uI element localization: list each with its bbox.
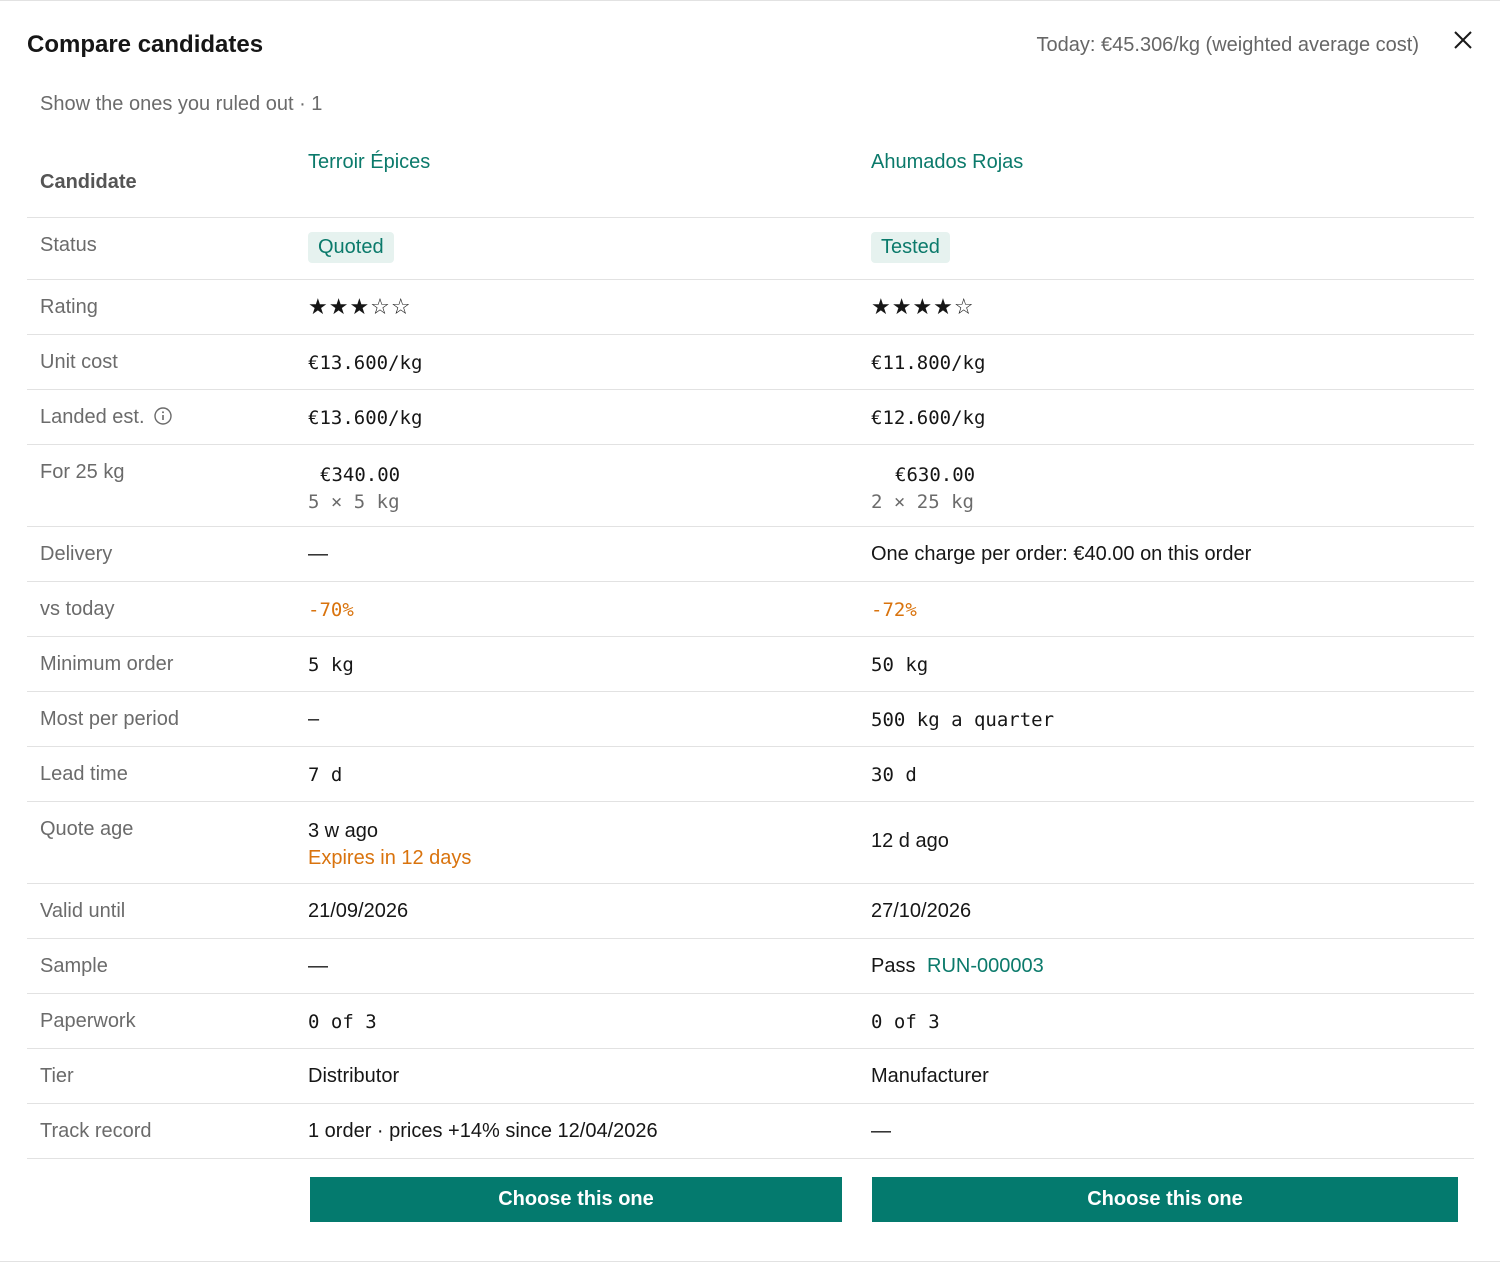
sample-1: — xyxy=(308,955,328,977)
row-label-for-qty: For 25 kg xyxy=(40,461,125,483)
table-row-for-qty: For 25 kg €340.00 5 × 5 kg €630.00 2 × 2… xyxy=(27,445,1474,527)
row-label-status: Status xyxy=(40,234,97,256)
table-row-vs-today: vs today -70% -72% xyxy=(27,582,1474,637)
most-per-period-1: – xyxy=(308,708,320,730)
table-row-track-record: Track record 1 order · prices +14% since… xyxy=(27,1104,1474,1159)
sample-run-link[interactable]: RUN-000003 xyxy=(927,955,1044,977)
rating-stars-1: ★★★☆☆ xyxy=(308,294,412,319)
quote-age-cell-1: 3 w ago Expires in 12 days xyxy=(308,818,471,872)
landed-label-text: Landed est. xyxy=(40,406,145,428)
quote-age-2: 12 d ago xyxy=(871,830,949,852)
for-qty-cell-2: €630.00 2 × 25 kg xyxy=(871,462,975,516)
table-row-paperwork: Paperwork 0 of 3 0 of 3 xyxy=(27,994,1474,1049)
compare-dialog: Compare candidates Today: €45.306/kg (we… xyxy=(0,0,1500,1262)
lead-time-2: 30 d xyxy=(871,764,917,786)
row-label-landed: Landed est. xyxy=(40,406,172,429)
row-label-unit-cost: Unit cost xyxy=(40,351,118,373)
row-label-candidate: Candidate xyxy=(40,171,137,193)
status-badge-2: Tested xyxy=(871,232,950,263)
table-row-status: Status Quoted Tested xyxy=(27,218,1474,280)
comparison-table: Candidate Terroir Épices Ahumados Rojas … xyxy=(27,139,1474,1159)
min-order-2: 50 kg xyxy=(871,654,929,676)
tier-2: Manufacturer xyxy=(871,1065,989,1087)
lead-time-1: 7 d xyxy=(308,764,343,786)
rating-stars-2: ★★★★☆ xyxy=(871,294,975,319)
row-label-most-per-period: Most per period xyxy=(40,708,179,730)
today-cost: Today: €45.306/kg (weighted average cost… xyxy=(1036,34,1419,56)
info-icon[interactable] xyxy=(154,407,172,425)
valid-until-2: 27/10/2026 xyxy=(871,900,972,922)
status-badge-1: Quoted xyxy=(308,232,394,263)
paperwork-2: 0 of 3 xyxy=(871,1011,940,1033)
tier-1: Distributor xyxy=(308,1065,400,1087)
row-label-paperwork: Paperwork xyxy=(40,1010,136,1032)
table-row-most-per-period: Most per period – 500 kg a quarter xyxy=(27,692,1474,747)
candidate-name-2[interactable]: Ahumados Rojas xyxy=(871,151,1023,174)
choose-button-1[interactable]: Choose this one xyxy=(310,1177,842,1222)
table-row-valid-until: Valid until 21/09/2026 27/10/2026 xyxy=(27,884,1474,939)
row-label-tier: Tier xyxy=(40,1065,74,1087)
for-qty-cell-1: €340.00 5 × 5 kg xyxy=(308,462,400,516)
unit-cost-1: €13.600/kg xyxy=(308,352,423,374)
row-label-delivery: Delivery xyxy=(40,543,113,565)
row-label-rating: Rating xyxy=(40,296,98,318)
table-row-unit-cost: Unit cost €13.600/kg €11.800/kg xyxy=(27,335,1474,390)
min-order-1: 5 kg xyxy=(308,654,354,676)
unit-cost-2: €11.800/kg xyxy=(871,352,986,374)
quote-age-1: 3 w ago xyxy=(308,820,379,842)
landed-2: €12.600/kg xyxy=(871,407,986,429)
choose-button-2[interactable]: Choose this one xyxy=(872,1177,1458,1222)
quote-expiry-1: Expires in 12 days xyxy=(308,847,472,869)
table-row-tier: Tier Distributor Manufacturer xyxy=(27,1049,1474,1104)
sample-cell-2: Pass RUN-000003 xyxy=(871,955,1044,978)
row-label-track-record: Track record xyxy=(40,1120,152,1142)
delivery-1: — xyxy=(308,543,328,565)
table-row-sample: Sample — Pass RUN-000003 xyxy=(27,939,1474,994)
close-icon[interactable] xyxy=(1450,27,1476,53)
vs-today-1: -70% xyxy=(308,599,354,621)
row-label-valid-until: Valid until xyxy=(40,900,126,922)
table-row-candidate: Candidate Terroir Épices Ahumados Rojas xyxy=(27,139,1474,218)
track-record-2: — xyxy=(871,1120,891,1142)
table-row-min-order: Minimum order 5 kg 50 kg xyxy=(27,637,1474,692)
row-label-quote-age: Quote age xyxy=(40,818,134,840)
dialog-title: Compare candidates xyxy=(27,31,264,58)
vs-today-2: -72% xyxy=(871,599,917,621)
show-ruled-out-toggle[interactable]: Show the ones you ruled out · 1 xyxy=(40,93,322,116)
for-qty-total-2: €630.00 xyxy=(895,464,976,486)
sample-status-2: Pass xyxy=(871,955,916,977)
delivery-2: One charge per order: €40.00 on this ord… xyxy=(871,543,1252,565)
paperwork-1: 0 of 3 xyxy=(308,1011,377,1033)
table-row-lead-time: Lead time 7 d 30 d xyxy=(27,747,1474,802)
table-row-landed: Landed est. €13.600/kg €12.600/kg xyxy=(27,390,1474,445)
track-record-1: 1 order · prices +14% since 12/04/2026 xyxy=(308,1120,658,1142)
candidate-name-1[interactable]: Terroir Épices xyxy=(308,151,430,174)
for-qty-packs-2: 2 × 25 kg xyxy=(871,491,974,513)
row-label-sample: Sample xyxy=(40,955,108,977)
table-row-rating: Rating ★★★☆☆ ★★★★☆ xyxy=(27,280,1474,335)
row-label-min-order: Minimum order xyxy=(40,653,174,675)
for-qty-packs-1: 5 × 5 kg xyxy=(308,491,400,513)
table-row-delivery: Delivery — One charge per order: €40.00 … xyxy=(27,527,1474,582)
for-qty-total-1: €340.00 xyxy=(320,464,401,486)
most-per-period-2: 500 kg a quarter xyxy=(871,709,1055,731)
row-label-lead-time: Lead time xyxy=(40,763,128,785)
table-row-quote-age: Quote age 3 w ago Expires in 12 days 12 … xyxy=(27,802,1474,884)
landed-1: €13.600/kg xyxy=(308,407,423,429)
valid-until-1: 21/09/2026 xyxy=(308,900,409,922)
row-label-vs-today: vs today xyxy=(40,598,115,620)
